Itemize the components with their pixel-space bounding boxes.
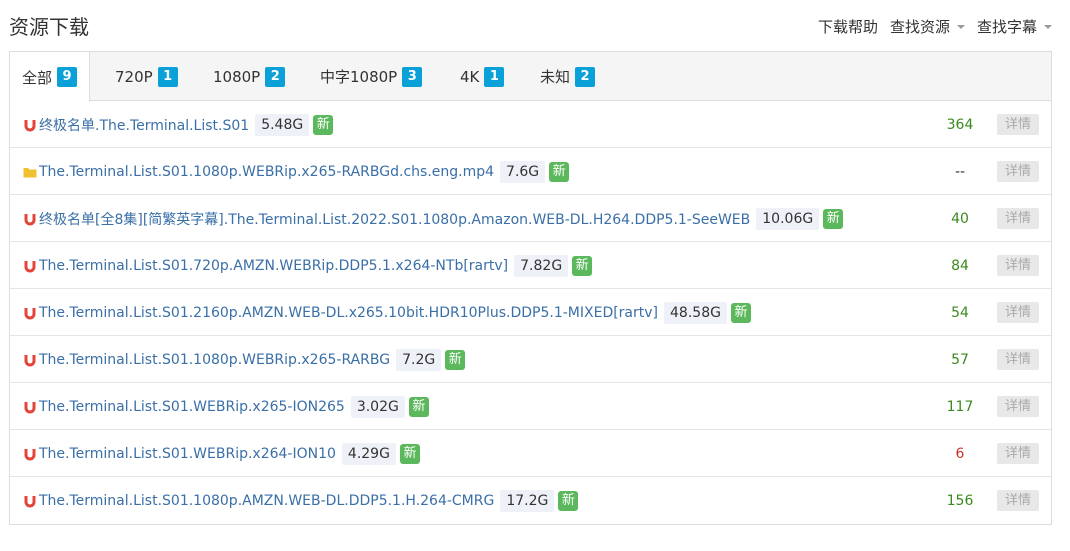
- magnet-icon: [24, 495, 36, 507]
- resource-list: 终极名单.The.Terminal.List.S01 5.48G 新 364 详…: [10, 101, 1051, 524]
- file-size-badge: 10.06G: [756, 207, 820, 230]
- tab-label: 全部: [22, 68, 53, 87]
- new-badge: 新: [408, 396, 429, 417]
- magnet-icon: [24, 401, 36, 413]
- resource-link[interactable]: The.Terminal.List.S01.WEBRip.x264-ION10: [39, 446, 336, 462]
- resource-link[interactable]: 终极名单.The.Terminal.List.S01: [39, 115, 249, 135]
- resource-row: The.Terminal.List.S01.2160p.AMZN.WEB-DL.…: [10, 289, 1051, 336]
- resource-link[interactable]: The.Terminal.List.S01.1080p.WEBRip.x265-…: [39, 352, 390, 368]
- tab-all[interactable]: 全部 9: [10, 52, 91, 102]
- file-size-badge: 3.02G: [350, 395, 405, 418]
- resource-link[interactable]: The.Terminal.List.S01.2160p.AMZN.WEB-DL.…: [39, 305, 658, 321]
- tab-chinese-1080p[interactable]: 中字1080P 3: [308, 52, 434, 101]
- tab-count-badge: 1: [157, 66, 178, 87]
- tab-count-badge: 1: [484, 66, 505, 87]
- tab-label: 1080P: [213, 67, 261, 86]
- tab-count-badge: 2: [265, 66, 286, 87]
- folder-icon: [23, 167, 37, 177]
- file-size-badge: 4.29G: [341, 442, 396, 465]
- resource-row: The.Terminal.List.S01.1080p.AMZN.WEB-DL.…: [10, 477, 1051, 524]
- resource-link[interactable]: The.Terminal.List.S01.1080p.WEBRip.x265-…: [39, 164, 494, 180]
- resource-link[interactable]: 终极名单[全8集][简繁英字幕].The.Terminal.List.2022.…: [39, 209, 750, 229]
- resource-link[interactable]: The.Terminal.List.S01.1080p.AMZN.WEB-DL.…: [39, 493, 494, 509]
- file-size-badge: 7.6G: [500, 160, 546, 183]
- download-help-link[interactable]: 下载帮助: [818, 16, 878, 37]
- score-value: 156: [946, 492, 974, 509]
- page-title: 资源下载: [9, 15, 89, 39]
- magnet-icon: [24, 307, 36, 319]
- score-value: 6: [955, 445, 965, 462]
- details-button[interactable]: 详情: [997, 114, 1039, 135]
- score-value: --: [954, 163, 966, 180]
- magnet-icon: [24, 119, 36, 131]
- new-badge: 新: [823, 208, 844, 229]
- details-button[interactable]: 详情: [997, 396, 1039, 417]
- download-help-label: 下载帮助: [817, 18, 878, 36]
- details-button[interactable]: 详情: [997, 443, 1039, 464]
- tab-label: 未知: [540, 68, 571, 86]
- score-value: 364: [946, 116, 974, 133]
- resource-row: The.Terminal.List.S01.WEBRip.x264-ION10 …: [10, 430, 1051, 477]
- score-value: 57: [951, 351, 969, 368]
- file-size-badge: 7.2G: [396, 348, 442, 371]
- file-size-badge: 17.2G: [500, 489, 555, 512]
- resource-row: 终极名单[全8集][简繁英字幕].The.Terminal.List.2022.…: [10, 195, 1051, 242]
- score-value: 54: [951, 304, 969, 321]
- file-size-badge: 48.58G: [664, 301, 727, 324]
- resource-row: 终极名单.The.Terminal.List.S01 5.48G 新 364 详…: [10, 101, 1051, 148]
- new-badge: 新: [445, 349, 466, 370]
- tab-count-badge: 3: [402, 66, 423, 87]
- tab-label: 中字1080P: [320, 68, 398, 86]
- details-button[interactable]: 详情: [997, 302, 1039, 323]
- resource-link[interactable]: The.Terminal.List.S01.WEBRip.x265-ION265: [39, 399, 345, 415]
- details-button[interactable]: 详情: [997, 255, 1039, 276]
- resource-row: The.Terminal.List.S01.1080p.WEBRip.x265-…: [10, 148, 1051, 195]
- find-resource-dropdown[interactable]: 查找资源: [890, 16, 965, 37]
- page-header: 资源下载 下载帮助 查找资源 查找字幕: [0, 0, 1070, 50]
- new-badge: 新: [572, 255, 593, 276]
- resource-row: The.Terminal.List.S01.720p.AMZN.WEBRip.D…: [10, 242, 1051, 289]
- score-value: 84: [951, 257, 969, 274]
- new-badge: 新: [549, 161, 570, 182]
- find-resource-label: 查找资源: [889, 18, 950, 36]
- find-subtitle-label: 查找字幕: [976, 18, 1037, 36]
- file-size-badge: 7.82G: [514, 254, 569, 277]
- details-button[interactable]: 详情: [997, 161, 1039, 182]
- tab-label: 4K: [460, 67, 480, 86]
- header-actions: 下载帮助 查找资源 查找字幕: [818, 16, 1052, 37]
- find-subtitle-dropdown[interactable]: 查找字幕: [977, 16, 1052, 37]
- new-badge: 新: [730, 302, 751, 323]
- magnet-icon: [24, 260, 36, 272]
- resource-row: The.Terminal.List.S01.WEBRip.x265-ION265…: [10, 383, 1051, 430]
- details-button[interactable]: 详情: [997, 490, 1039, 511]
- chevron-down-icon: [1044, 24, 1052, 29]
- new-badge: 新: [558, 490, 579, 511]
- magnet-icon: [24, 354, 36, 366]
- chevron-down-icon: [956, 24, 965, 29]
- tab-count-badge: 9: [57, 67, 78, 87]
- tab-4k[interactable]: 4K 1: [448, 52, 516, 101]
- magnet-icon: [24, 448, 36, 460]
- new-badge: 新: [313, 114, 334, 135]
- tab-label: 720P: [115, 67, 153, 86]
- resource-panel: 全部 9 720P 1 1080P 2 中字1080P 3 4K 1 未知 2: [9, 51, 1052, 525]
- tab-720p[interactable]: 720P 1: [103, 52, 190, 101]
- resource-link[interactable]: The.Terminal.List.S01.720p.AMZN.WEBRip.D…: [39, 258, 508, 274]
- tab-unknown[interactable]: 未知 2: [528, 52, 607, 101]
- tab-1080p[interactable]: 1080P 2: [201, 52, 297, 101]
- resource-row: The.Terminal.List.S01.1080p.WEBRip.x265-…: [10, 336, 1051, 383]
- details-button[interactable]: 详情: [997, 349, 1039, 370]
- score-value: 40: [951, 210, 969, 227]
- score-value: 117: [946, 398, 974, 415]
- filter-tabs: 全部 9 720P 1 1080P 2 中字1080P 3 4K 1 未知 2: [10, 52, 1051, 102]
- magnet-icon: [24, 213, 36, 225]
- details-button[interactable]: 详情: [997, 208, 1039, 229]
- new-badge: 新: [399, 443, 420, 464]
- file-size-badge: 5.48G: [255, 113, 310, 136]
- tab-count-badge: 2: [575, 66, 596, 87]
